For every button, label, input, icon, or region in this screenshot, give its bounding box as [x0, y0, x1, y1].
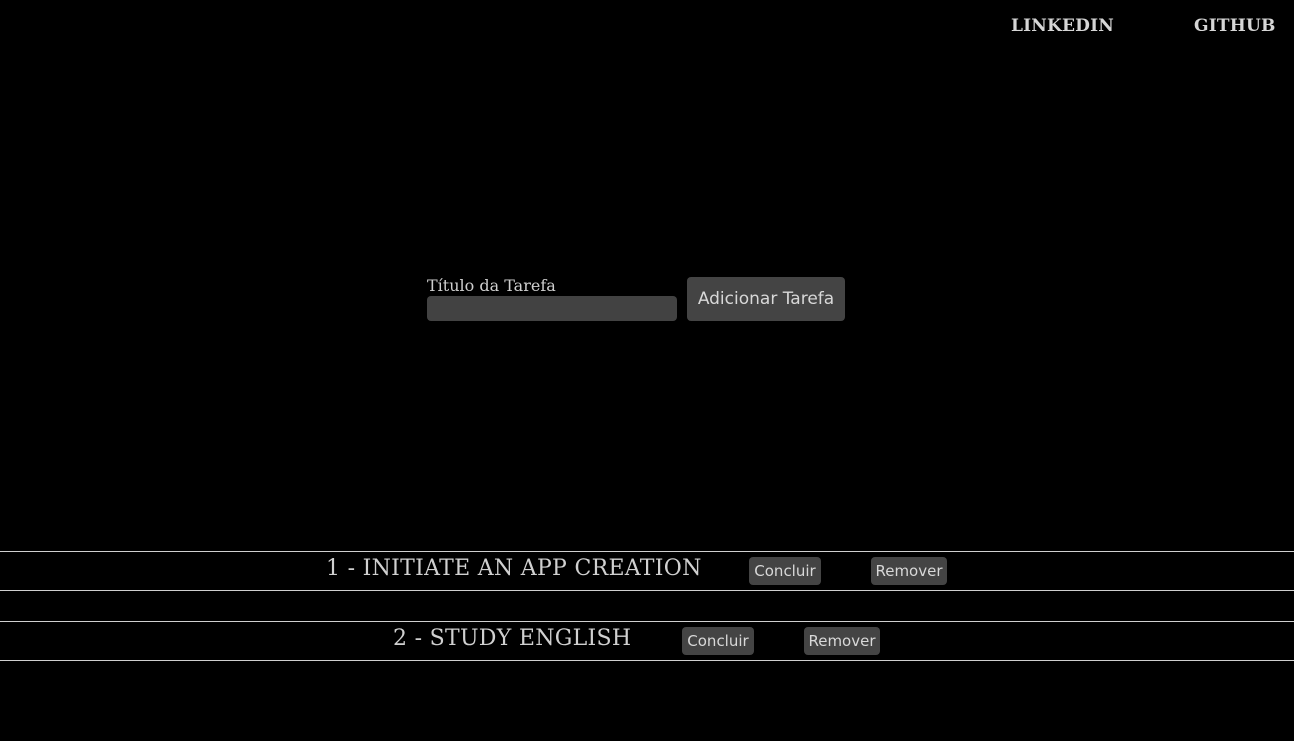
task-row: 1 - INITIATE AN APP CREATION Concluir Re…: [0, 551, 1294, 591]
complete-task-button[interactable]: Concluir: [749, 557, 821, 585]
page: LINKEDIN GITHUB Título da Tarefa Adicion…: [0, 0, 1294, 741]
add-task-button[interactable]: Adicionar Tarefa: [687, 277, 845, 321]
task-title: 2 - STUDY ENGLISH: [393, 626, 632, 651]
remove-task-button[interactable]: Remover: [871, 557, 947, 585]
task-row: 2 - STUDY ENGLISH Concluir Remover: [0, 621, 1294, 661]
complete-task-button[interactable]: Concluir: [682, 627, 754, 655]
github-link[interactable]: GITHUB: [1194, 16, 1276, 36]
task-title-label: Título da Tarefa: [427, 276, 556, 295]
task-form: Título da Tarefa Adicionar Tarefa: [427, 276, 847, 324]
task-title: 1 - INITIATE AN APP CREATION: [326, 556, 702, 581]
remove-task-button[interactable]: Remover: [804, 627, 880, 655]
task-title-input[interactable]: [427, 296, 677, 321]
linkedin-link[interactable]: LINKEDIN: [1011, 16, 1114, 36]
